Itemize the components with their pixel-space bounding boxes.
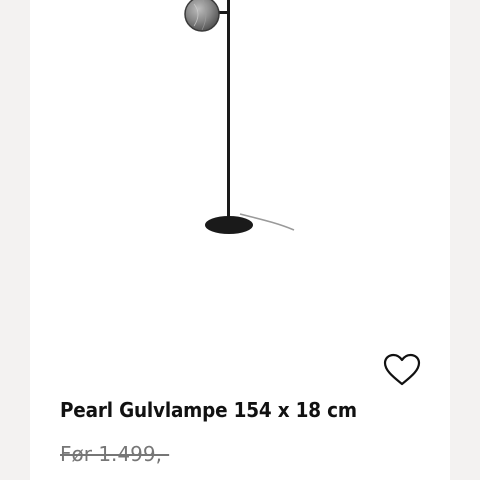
product-title[interactable]: Pearl Gulvlampe 154 x 18 cm bbox=[60, 398, 410, 422]
product-page: Pearl Gulvlampe 154 x 18 cm Før 1.499,- bbox=[0, 0, 480, 480]
heart-outline-icon bbox=[383, 353, 421, 386]
lamp-pole bbox=[227, 0, 230, 220]
lamp-globe bbox=[184, 0, 220, 32]
favorite-button[interactable] bbox=[382, 350, 422, 390]
product-image[interactable] bbox=[30, 0, 450, 340]
old-price: Før 1.499,- bbox=[60, 442, 170, 466]
product-card[interactable]: Pearl Gulvlampe 154 x 18 cm Før 1.499,- bbox=[30, 0, 450, 480]
